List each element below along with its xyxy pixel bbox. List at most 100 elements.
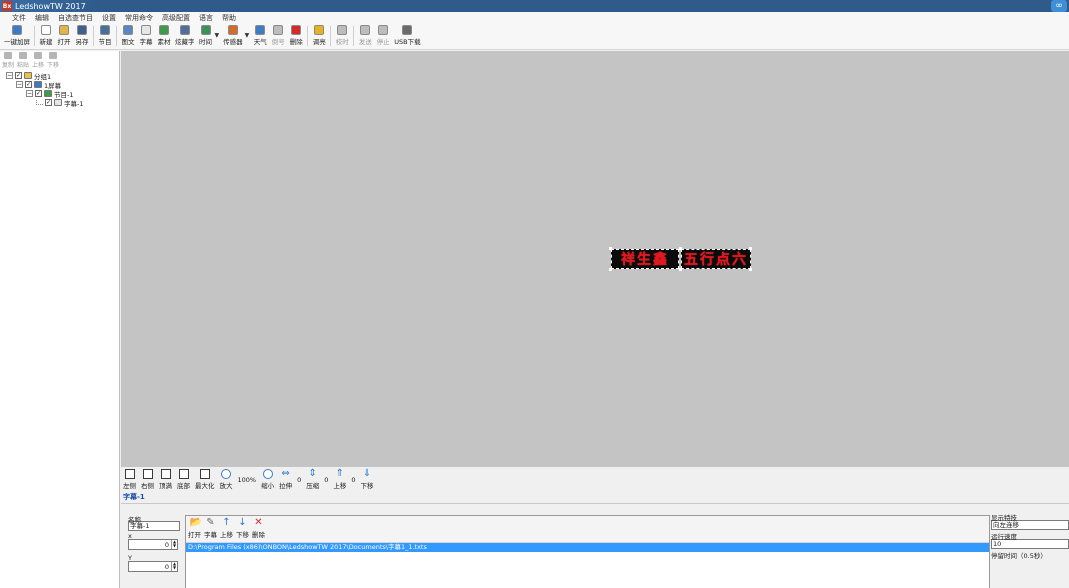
tree-toolbar-button-2[interactable]: 上移	[32, 52, 44, 69]
toolbar-button-14[interactable]: 天气	[251, 24, 269, 46]
chevron-down-icon[interactable]: ▼	[245, 32, 250, 39]
menu-item-1[interactable]: 编辑	[35, 13, 49, 23]
compress-button[interactable]: ⇕ 压缩	[306, 468, 319, 491]
resize-handle-top[interactable]	[679, 247, 682, 250]
tree-tool-icon	[34, 52, 43, 59]
x-spin-arrows-icon[interactable]: ▲ ▼	[171, 540, 177, 549]
file-toolbar-button-4[interactable]: ✕ 删除	[252, 518, 265, 540]
toolbar-button-23[interactable]: 停止	[374, 24, 392, 46]
toolbar-button-2[interactable]: 新建	[37, 24, 55, 46]
toolbar-button-label: 素材	[157, 38, 171, 46]
toolbar-button-15[interactable]: 倒号	[269, 24, 287, 46]
toolbar-button-label: 字幕	[139, 38, 153, 46]
resize-handle-br[interactable]	[749, 268, 752, 271]
layout-button-1[interactable]: 右侧	[141, 468, 154, 490]
tree-toolbar-button-0[interactable]: 复制	[2, 52, 14, 69]
toolbar-button-3[interactable]: 打开	[55, 24, 73, 46]
toolbar-button-18[interactable]: 调亮	[310, 24, 328, 46]
layout-button-label: 最大化	[195, 482, 215, 490]
tree-expander-icon[interactable]: −	[6, 72, 13, 79]
toolbar-button-6[interactable]: 节目	[96, 24, 114, 46]
file-toolbar-label: 下移	[236, 531, 249, 539]
property-panel: 名称 字幕-1 x 0 ▲ ▼ Y 0 ▲ ▼ 📂 打开 ✎ 字幕 ↑ 上移 ↓ 下移 ✕ 删除 D:…	[121, 503, 1069, 588]
tree-toolbar-button-1[interactable]: 粘贴	[17, 52, 29, 69]
tree-checkbox[interactable]: ✓	[35, 90, 42, 97]
resize-handle-tr[interactable]	[749, 247, 752, 250]
tree-checkbox[interactable]: ✓	[45, 99, 52, 106]
move-down-button[interactable]: ⇓ 下移	[361, 468, 374, 491]
toolbar-button-label: 节目	[98, 38, 112, 46]
countdown-icon	[273, 25, 284, 35]
zoom-out-button[interactable]: 缩小	[261, 468, 274, 490]
toolbar-button-22[interactable]: 发送	[356, 24, 374, 46]
menu-item-0[interactable]: 文件	[12, 13, 26, 23]
preview-canvas[interactable]: 祥生鑫 五行点六	[121, 51, 1069, 467]
toolbar-button-8[interactable]: 图文	[119, 24, 137, 46]
tree-node[interactable]: − ✓ 节目-1	[6, 89, 119, 99]
layout-button-4[interactable]: 最大化	[195, 468, 215, 490]
toolbar-button-10[interactable]: 素材	[155, 24, 173, 46]
menu-item-2[interactable]: 自选查节目	[58, 13, 93, 23]
zoom-in-button[interactable]: 放大	[220, 468, 233, 490]
menu-item-6[interactable]: 语言	[199, 13, 213, 23]
led-text-block-left[interactable]: 祥生鑫	[611, 249, 679, 269]
cloud-badge-icon[interactable]: ∞	[1051, 0, 1067, 12]
menu-item-5[interactable]: 高级配置	[162, 13, 190, 23]
toolbar-button-16[interactable]: 删除	[287, 24, 305, 46]
y-value: 0	[164, 562, 169, 571]
effect-select[interactable]: 向左连移	[991, 520, 1069, 530]
tree-checkbox[interactable]: ✓	[15, 72, 22, 79]
toolbar-button-0[interactable]: 一键加屏	[2, 24, 32, 46]
tree-expander-icon[interactable]: −	[16, 81, 23, 88]
toolbar-button-11[interactable]: 炫藏字	[173, 24, 197, 46]
file-toolbar-button-0[interactable]: 📂 打开	[188, 517, 202, 540]
resize-handle-tl[interactable]	[609, 247, 612, 250]
tree-expander-icon[interactable]: −	[26, 90, 33, 97]
name-input[interactable]: 字幕-1	[128, 521, 180, 531]
layout-toolbar: 左侧 右侧 顶满 底部 最大化 放大 100% 缩小 ⇔ 拉伸 0 ⇕ 压缩 0 ⇑ 上…	[121, 468, 1069, 490]
layout-button-label: 底部	[177, 482, 190, 490]
layout-button-0[interactable]: 左侧	[123, 468, 136, 490]
folder-icon	[24, 72, 32, 79]
open-folder-icon: 📂	[189, 517, 202, 528]
move-value: 0	[351, 476, 356, 484]
menu-item-3[interactable]: 设置	[102, 13, 116, 23]
arrow-down-icon: ↓	[238, 517, 247, 528]
menu-item-7[interactable]: 帮助	[222, 13, 236, 23]
resize-handle-bottom[interactable]	[679, 268, 682, 271]
file-toolbar-button-1[interactable]: ✎ 字幕	[204, 518, 217, 540]
toolbar-button-13[interactable]: 传感器	[221, 24, 245, 46]
layout-button-3[interactable]: 底部	[177, 468, 190, 490]
toolbar-button-4[interactable]: 另存	[73, 24, 91, 46]
y-spin-arrows-icon[interactable]: ▲ ▼	[171, 562, 177, 571]
file-row[interactable]: D:\Program Files (x86)\ONBON\LedshowTW 2…	[186, 543, 989, 552]
tree-tool-icon	[19, 52, 28, 59]
app-logo-icon[interactable]: Bx	[2, 1, 12, 11]
x-stepper[interactable]: 0 ▲ ▼	[128, 539, 178, 550]
tree-toolbar-label: 下移	[47, 62, 60, 69]
toolbar-button-label: 一键加屏	[4, 38, 30, 46]
stretch-icon: ⇔	[281, 468, 290, 479]
toolbar-button-12[interactable]: 时间	[197, 24, 215, 46]
chevron-down-icon[interactable]: ▼	[215, 32, 220, 39]
resize-handle-bl[interactable]	[609, 268, 612, 271]
tree-toolbar-button-3[interactable]: 下移	[47, 52, 59, 69]
file-toolbar-button-2[interactable]: ↑ 上移	[220, 518, 233, 540]
y-stepper[interactable]: 0 ▲ ▼	[128, 561, 178, 572]
toolbar-button-9[interactable]: 字幕	[137, 24, 155, 46]
align-bottom-icon	[178, 469, 189, 479]
file-toolbar-button-3[interactable]: ↓ 下移	[236, 517, 249, 540]
tree-node[interactable]: − ✓ 分组1	[6, 71, 119, 81]
tree-node[interactable]: ✓ 字幕-1	[6, 98, 119, 108]
file-toolbar: 📂 打开 ✎ 字幕 ↑ 上移 ↓ 下移 ✕ 删除	[186, 516, 989, 543]
stretch-button[interactable]: ⇔ 拉伸	[279, 468, 292, 491]
tree-checkbox[interactable]: ✓	[25, 81, 32, 88]
led-text-block-right[interactable]: 五行点六	[681, 249, 751, 269]
menu-item-4[interactable]: 常用命令	[125, 13, 153, 23]
move-up-button[interactable]: ⇑ 上移	[333, 468, 346, 491]
toolbar-separator	[116, 26, 117, 46]
layout-button-2[interactable]: 顶满	[159, 468, 172, 490]
toolbar-button-24[interactable]: USB下载	[392, 24, 422, 46]
toolbar-button-20[interactable]: 校时	[333, 24, 351, 46]
toolbar-button-label: 另存	[75, 38, 89, 46]
